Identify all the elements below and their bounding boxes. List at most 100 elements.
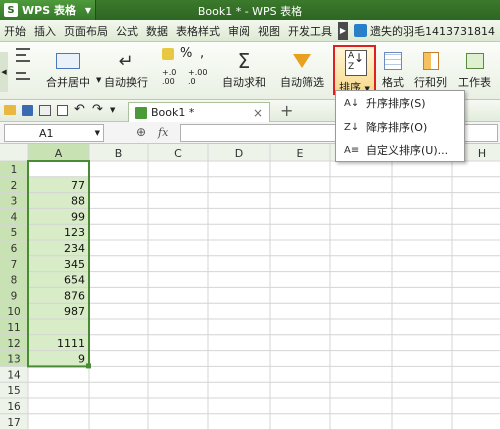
format-label: 格式 xyxy=(382,76,404,89)
user-name: 遗失的羽毛1413731814 xyxy=(370,24,495,38)
row-header[interactable]: 5 xyxy=(11,227,18,239)
menu-developer[interactable]: 开发工具 xyxy=(284,23,336,39)
currency-icon[interactable] xyxy=(162,48,174,60)
autofilter-label: 自动筛选 xyxy=(280,76,324,89)
spreadsheet-grid[interactable]: ABCDEFGH12345678910111213141516171877889… xyxy=(0,144,500,430)
menu-formula[interactable]: 公式 xyxy=(112,23,142,39)
cell-value: 345 xyxy=(64,258,85,271)
name-box-value: A1 xyxy=(39,126,54,140)
more-menus-icon[interactable]: ▶ xyxy=(338,21,348,40)
autofilter-button[interactable]: 自动筛选 xyxy=(280,48,324,90)
comma-style-icon[interactable]: , xyxy=(200,46,204,61)
merge-center-label: 合并居中 xyxy=(46,76,90,89)
sort-custom-item[interactable]: A≡ 自定义排序(U)... xyxy=(336,140,464,160)
sort-ascending-item[interactable]: A↓ 升序排序(S) xyxy=(336,93,464,113)
grid-canvas: ABCDEFGH12345678910111213141516171877889… xyxy=(0,144,500,430)
cell-value: 654 xyxy=(64,274,85,287)
worksheet-label: 工作表 xyxy=(458,76,491,89)
row-header[interactable]: 4 xyxy=(11,211,18,223)
close-tab-icon[interactable]: × xyxy=(253,106,263,120)
row-header[interactable]: 9 xyxy=(11,290,18,302)
sort-ascending-label: 升序排序(S) xyxy=(366,97,426,110)
tab-book1[interactable]: Book1 * × xyxy=(128,102,270,122)
worksheet-button[interactable]: 工作表 xyxy=(458,48,491,90)
column-header[interactable]: B xyxy=(115,147,123,160)
sort-button[interactable]: A Z ↓ 排序 ▼ xyxy=(333,45,376,95)
cell-value: 88 xyxy=(71,195,85,208)
column-header[interactable]: D xyxy=(235,147,243,160)
cell-value: 234 xyxy=(64,242,85,255)
user-icon xyxy=(354,24,367,37)
row-header[interactable]: 17 xyxy=(7,417,20,429)
align-icons[interactable] xyxy=(16,48,36,92)
zoom-search-icon[interactable]: ⊕ xyxy=(136,125,146,139)
menu-insert[interactable]: 插入 xyxy=(30,23,60,39)
menu-home[interactable]: 开始 xyxy=(0,23,30,39)
row-header[interactable]: 15 xyxy=(7,385,20,397)
cell-value: 987 xyxy=(64,305,85,318)
name-box-dropdown-icon: ▼ xyxy=(94,129,100,137)
fill-handle xyxy=(86,363,91,369)
column-header[interactable]: E xyxy=(297,147,304,160)
user-account[interactable]: 遗失的羽毛1413731814 xyxy=(350,23,495,39)
menu-data[interactable]: 数据 xyxy=(142,23,172,39)
window-title: Book1 * - WPS 表格 xyxy=(197,5,303,18)
fx-label[interactable]: fx xyxy=(158,126,168,139)
cell-value: 1111 xyxy=(57,337,85,350)
row-header[interactable]: 13 xyxy=(7,354,20,366)
worksheet-icon xyxy=(465,48,484,74)
menu-review[interactable]: 审阅 xyxy=(224,23,254,39)
doc-tab-title: Book1 * xyxy=(151,106,195,119)
row-header[interactable]: 1 xyxy=(11,164,18,176)
print-preview-icon[interactable] xyxy=(57,105,68,116)
row-header[interactable]: 2 xyxy=(11,180,18,192)
format-button[interactable]: 格式 xyxy=(382,48,404,90)
menu-page-layout[interactable]: 页面布局 xyxy=(60,23,112,39)
row-header[interactable]: 6 xyxy=(11,243,18,255)
quick-access-dropdown-icon[interactable]: ▼ xyxy=(110,106,115,114)
row-header[interactable]: 3 xyxy=(11,196,18,208)
row-column-button[interactable]: 行和列 xyxy=(414,48,447,90)
ribbon-scroll-left-icon[interactable]: ◀ xyxy=(0,52,8,92)
sort-dropdown-menu: A↓ 升序排序(S) Z↓ 降序排序(O) A≡ 自定义排序(U)... xyxy=(335,90,465,162)
row-header[interactable]: 12 xyxy=(7,338,20,350)
row-header[interactable]: 11 xyxy=(7,322,20,334)
row-header[interactable]: 14 xyxy=(7,369,21,381)
new-tab-icon[interactable]: + xyxy=(280,101,293,120)
percent-button[interactable]: % xyxy=(180,46,192,61)
sort-descending-icon: Z↓ xyxy=(344,121,360,133)
merge-cells-icon xyxy=(56,48,80,74)
cell-value: 123 xyxy=(64,226,85,239)
undo-icon[interactable]: ↶ xyxy=(74,102,85,117)
autosum-button[interactable]: Σ 自动求和 xyxy=(222,48,266,90)
merge-center-button[interactable]: 合并居中 xyxy=(46,48,90,90)
row-header[interactable]: 10 xyxy=(7,306,20,318)
row-header[interactable]: 8 xyxy=(11,275,18,287)
autosum-label: 自动求和 xyxy=(222,76,266,89)
print-icon[interactable] xyxy=(39,105,51,116)
column-header[interactable]: C xyxy=(174,147,182,160)
menu-bar: 开始 插入 页面布局 公式 数据 表格样式 审阅 视图 开发工具 ▶ 遗失的羽毛… xyxy=(0,20,500,42)
menu-view[interactable]: 视图 xyxy=(254,23,284,39)
column-header[interactable]: A xyxy=(55,147,63,160)
decrease-decimal-button[interactable]: +.00 .0 xyxy=(188,68,212,86)
save-icon[interactable] xyxy=(22,105,33,116)
sort-descending-item[interactable]: Z↓ 降序排序(O) xyxy=(336,117,464,137)
menu-table-style[interactable]: 表格样式 xyxy=(172,23,224,39)
wrap-text-button[interactable]: ↵ 自动换行 xyxy=(104,48,148,90)
name-box[interactable]: A1 ▼ xyxy=(4,124,104,142)
column-header[interactable]: H xyxy=(478,147,486,160)
number-format-group: % , +.0 .00 +.00 .0 xyxy=(162,46,212,94)
wrap-text-icon: ↵ xyxy=(118,50,134,72)
merge-center-dropdown-icon[interactable]: ▼ xyxy=(96,76,101,84)
wrap-text-label: 自动换行 xyxy=(104,76,148,89)
sort-custom-icon: A≡ xyxy=(344,144,360,156)
open-folder-icon[interactable] xyxy=(4,105,16,115)
format-icon xyxy=(384,48,402,74)
sort-custom-label: 自定义排序(U)... xyxy=(366,144,449,157)
row-header[interactable]: 7 xyxy=(11,259,18,271)
increase-decimal-button[interactable]: +.0 .00 xyxy=(162,68,186,86)
sort-az-icon: A Z ↓ xyxy=(345,50,367,76)
row-header[interactable]: 16 xyxy=(7,401,21,413)
redo-icon[interactable]: ↷ xyxy=(92,102,103,117)
